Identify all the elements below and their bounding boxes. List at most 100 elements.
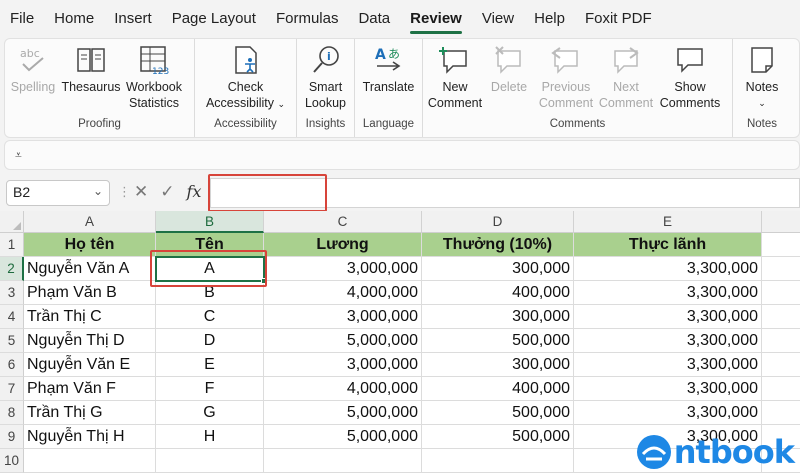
cell-d1[interactable]: Thưởng (10%) xyxy=(422,233,574,257)
cell-b4[interactable]: C xyxy=(156,305,264,329)
cell-b10[interactable] xyxy=(156,449,264,473)
tab-foxit-pdf[interactable]: Foxit PDF xyxy=(575,0,662,38)
cell-b1[interactable]: Tên xyxy=(156,233,264,257)
chevron-down-icon[interactable]: ⌄ xyxy=(93,184,103,198)
column-header-b[interactable]: B xyxy=(156,211,264,233)
cell-e3[interactable]: 3,300,000 xyxy=(574,281,762,305)
tab-home[interactable]: Home xyxy=(44,0,104,38)
column-header-e[interactable]: E xyxy=(574,211,762,233)
customize-toolbar-icon[interactable]: ⩡ xyxy=(15,148,22,163)
tab-insert[interactable]: Insert xyxy=(104,0,162,38)
cell-e5[interactable]: 3,300,000 xyxy=(574,329,762,353)
column-header-a[interactable]: A xyxy=(24,211,156,233)
cell-a3[interactable]: Phạm Văn B xyxy=(24,281,156,305)
spelling-button[interactable]: abc Spelling xyxy=(5,43,61,115)
cell-b9[interactable]: H xyxy=(156,425,264,449)
cell-f3[interactable] xyxy=(762,281,800,305)
row-header-5[interactable]: 5 xyxy=(0,329,24,353)
cell-e6[interactable]: 3,300,000 xyxy=(574,353,762,377)
translate-button[interactable]: Aあ Translate xyxy=(358,43,420,115)
workbook-statistics-button[interactable]: 123 Workbook Statistics xyxy=(121,43,187,115)
cell-a10[interactable] xyxy=(24,449,156,473)
cell-b6[interactable]: E xyxy=(156,353,264,377)
row-header-3[interactable]: 3 xyxy=(0,281,24,305)
enter-icon[interactable]: ✓ xyxy=(160,182,174,202)
cell-d8[interactable]: 500,000 xyxy=(422,401,574,425)
cell-b3[interactable]: B xyxy=(156,281,264,305)
tab-review[interactable]: Review xyxy=(400,0,472,38)
row-header-9[interactable]: 9 xyxy=(0,425,24,449)
cell-b7[interactable]: F xyxy=(156,377,264,401)
cell-c8[interactable]: 5,000,000 xyxy=(264,401,422,425)
cell-c4[interactable]: 3,000,000 xyxy=(264,305,422,329)
cell-e2[interactable]: 3,300,000 xyxy=(574,257,762,281)
formula-input[interactable] xyxy=(210,178,800,208)
cell-c2[interactable]: 3,000,000 xyxy=(264,257,422,281)
tab-view[interactable]: View xyxy=(472,0,524,38)
cell-a1[interactable]: Họ tên xyxy=(24,233,156,257)
fill-handle[interactable] xyxy=(261,278,267,284)
select-all-corner[interactable] xyxy=(0,211,24,233)
cell-d3[interactable]: 400,000 xyxy=(422,281,574,305)
check-accessibility-button[interactable]: Check Accessibility ⌄ xyxy=(198,43,294,115)
insert-function-icon[interactable]: fx xyxy=(187,182,202,202)
cell-f6[interactable] xyxy=(762,353,800,377)
cell-a2[interactable]: Nguyễn Văn A xyxy=(24,257,156,281)
row-header-1[interactable]: 1 xyxy=(0,233,24,257)
cell-f7[interactable] xyxy=(762,377,800,401)
cell-a5[interactable]: Nguyễn Thị D xyxy=(24,329,156,353)
cell-e7[interactable]: 3,300,000 xyxy=(574,377,762,401)
row-header-10[interactable]: 10 xyxy=(0,449,24,473)
cell-a6[interactable]: Nguyễn Văn E xyxy=(24,353,156,377)
previous-comment-button[interactable]: Previous Comment xyxy=(535,43,597,115)
cell-e1[interactable]: Thực lãnh xyxy=(574,233,762,257)
cell-d6[interactable]: 300,000 xyxy=(422,353,574,377)
cell-d5[interactable]: 500,000 xyxy=(422,329,574,353)
tab-data[interactable]: Data xyxy=(348,0,400,38)
tab-help[interactable]: Help xyxy=(524,0,575,38)
thesaurus-button[interactable]: Thesaurus xyxy=(61,43,121,115)
cell-d9[interactable]: 500,000 xyxy=(422,425,574,449)
row-header-7[interactable]: 7 xyxy=(0,377,24,401)
notes-button[interactable]: Notes ⌄ xyxy=(736,43,788,115)
cell-f8[interactable] xyxy=(762,401,800,425)
cell-c6[interactable]: 3,000,000 xyxy=(264,353,422,377)
new-comment-button[interactable]: New Comment xyxy=(427,43,483,115)
row-header-4[interactable]: 4 xyxy=(0,305,24,329)
delete-comment-button[interactable]: Delete xyxy=(483,43,535,115)
cell-d7[interactable]: 400,000 xyxy=(422,377,574,401)
cell-d4[interactable]: 300,000 xyxy=(422,305,574,329)
cell-f5[interactable] xyxy=(762,329,800,353)
cell-b8[interactable]: G xyxy=(156,401,264,425)
tab-page-layout[interactable]: Page Layout xyxy=(162,0,266,38)
row-header-6[interactable]: 6 xyxy=(0,353,24,377)
next-comment-button[interactable]: Next Comment xyxy=(597,43,655,115)
name-box[interactable]: B2 ⌄ xyxy=(6,180,110,206)
column-header-extra[interactable] xyxy=(762,211,800,233)
row-header-2[interactable]: 2 xyxy=(0,257,24,281)
cell-f2[interactable] xyxy=(762,257,800,281)
cancel-icon[interactable]: ✕ xyxy=(134,182,148,202)
cell-f1[interactable] xyxy=(762,233,800,257)
cell-c1[interactable]: Lương xyxy=(264,233,422,257)
cell-b5[interactable]: D xyxy=(156,329,264,353)
cell-b2[interactable]: A xyxy=(156,257,264,281)
row-header-8[interactable]: 8 xyxy=(0,401,24,425)
cell-c10[interactable] xyxy=(264,449,422,473)
cell-d10[interactable] xyxy=(422,449,574,473)
cell-c9[interactable]: 5,000,000 xyxy=(264,425,422,449)
column-header-d[interactable]: D xyxy=(422,211,574,233)
smart-lookup-button[interactable]: i Smart Lookup xyxy=(299,43,353,115)
cell-e8[interactable]: 3,300,000 xyxy=(574,401,762,425)
cell-a4[interactable]: Trần Thị C xyxy=(24,305,156,329)
cell-c3[interactable]: 4,000,000 xyxy=(264,281,422,305)
cell-a7[interactable]: Phạm Văn F xyxy=(24,377,156,401)
tab-formulas[interactable]: Formulas xyxy=(266,0,349,38)
column-header-c[interactable]: C xyxy=(264,211,422,233)
cell-a8[interactable]: Trần Thị G xyxy=(24,401,156,425)
cell-c5[interactable]: 5,000,000 xyxy=(264,329,422,353)
show-comments-button[interactable]: Show Comments xyxy=(655,43,725,115)
cell-c7[interactable]: 4,000,000 xyxy=(264,377,422,401)
cell-e4[interactable]: 3,300,000 xyxy=(574,305,762,329)
tab-file[interactable]: File xyxy=(0,0,44,38)
